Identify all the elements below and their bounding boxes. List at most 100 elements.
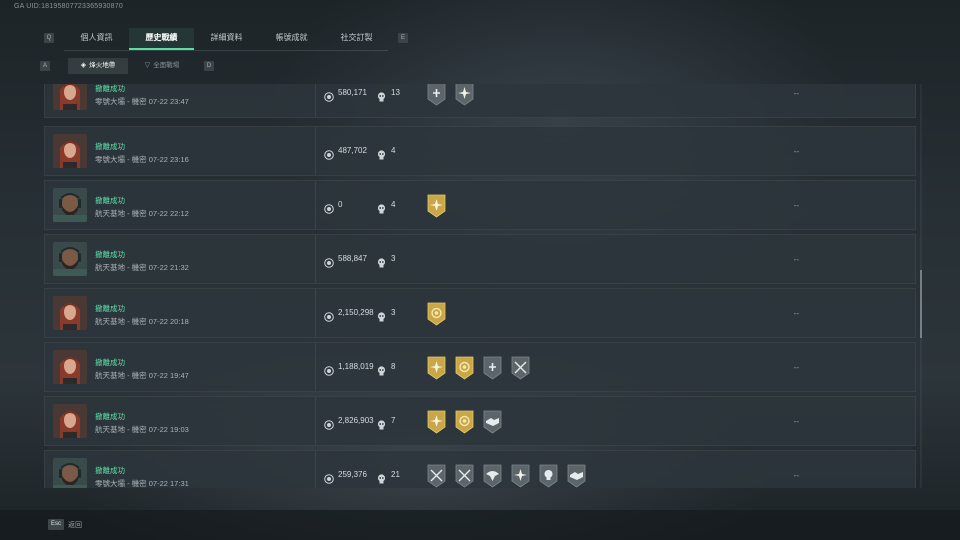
crossed-guns-badge-icon[interactable] <box>454 464 475 488</box>
extraction-status: 撤離成功 <box>95 84 125 93</box>
kills-value: 21 <box>391 470 400 479</box>
tab-social-customization[interactable]: 社交訂製 <box>324 28 389 48</box>
coin-icon <box>324 255 334 268</box>
tab-match-history[interactable]: 歷史戰績 <box>129 28 194 50</box>
column-divider <box>315 451 316 488</box>
map-mode-time: 航天基地 - 機密 07-22 22:12 <box>95 209 189 218</box>
subtab-label: 全面戰場 <box>153 62 180 69</box>
match-row[interactable]: 撤離成功 航天基地 - 機密 07-22 21:32 588,847 3 -- <box>44 234 916 284</box>
extraction-status: 撤離成功 <box>95 304 125 313</box>
esc-key-hint[interactable]: Esc <box>48 519 64 530</box>
tab-divider <box>64 50 388 51</box>
badge-list <box>426 194 447 218</box>
money-value: 0 <box>338 200 343 209</box>
skull-icon <box>377 201 386 214</box>
medal-badge-icon[interactable] <box>426 302 447 326</box>
shield-cross-badge-icon[interactable] <box>482 356 503 380</box>
column-divider <box>315 289 316 337</box>
match-row[interactable]: 撤離成功 零號大壩 - 機密 07-22 23:16 487,702 4 -- <box>44 126 916 176</box>
column-divider <box>315 181 316 229</box>
match-row[interactable]: 撤離成功 航天基地 - 機密 07-22 20:18 2,150,298 3 -- <box>44 288 916 338</box>
star-burst-badge-icon[interactable] <box>510 464 531 488</box>
operator-avatar <box>53 242 87 276</box>
extraction-status: 撤離成功 <box>95 358 125 367</box>
footer-bar <box>0 510 960 540</box>
shield-cross-badge-icon[interactable] <box>426 84 447 106</box>
subtab-next-key-hint: D <box>204 61 214 71</box>
tab-prev-key-hint: Q <box>44 33 54 43</box>
extra-value: -- <box>793 147 799 156</box>
extraction-status: 撤離成功 <box>95 196 125 205</box>
badge-list <box>426 410 503 434</box>
kills-value: 3 <box>391 254 396 263</box>
kills-value: 13 <box>391 88 400 97</box>
map-mode-time: 航天基地 - 機密 07-22 20:18 <box>95 317 189 326</box>
skull-badge-icon[interactable] <box>538 464 559 488</box>
tab-personal-info[interactable]: 個人資訊 <box>64 28 129 48</box>
back-label[interactable]: 返回 <box>68 520 82 530</box>
coin-icon <box>324 471 334 484</box>
skull-icon <box>377 417 386 430</box>
badge-list <box>426 464 587 488</box>
money-value: 2,826,903 <box>338 416 374 425</box>
mode-subtab-bar: A ◈ 烽火地帶 ▽ 全面戰場 D <box>40 58 220 74</box>
star-burst-badge-icon[interactable] <box>426 356 447 380</box>
money-value: 2,150,298 <box>338 308 374 317</box>
kills-value: 7 <box>391 416 396 425</box>
tab-detailed-data[interactable]: 詳細資料 <box>194 28 259 48</box>
match-row[interactable]: 撤離成功 零號大壩 - 機密 07-22 17:31 259,376 21 -- <box>44 450 916 488</box>
tab-account-achievements[interactable]: 帳號成就 <box>259 28 324 48</box>
coin-icon <box>324 201 334 214</box>
skull-icon <box>377 309 386 322</box>
match-row[interactable]: 撤離成功 航天基地 - 機密 07-22 19:03 2,826,903 7 -- <box>44 396 916 446</box>
badge-list <box>426 84 475 106</box>
star-burst-badge-icon[interactable] <box>426 194 447 218</box>
subtab-full-battlefield[interactable]: ▽ 全面戰場 <box>132 58 192 74</box>
match-row[interactable]: 撤離成功 零號大壩 - 機密 07-22 23:47 580,171 13 -- <box>44 84 916 118</box>
crossed-guns-badge-icon[interactable] <box>426 464 447 488</box>
crossed-guns-badge-icon[interactable] <box>510 356 531 380</box>
extra-value: -- <box>793 363 799 372</box>
tab-next-key-hint: E <box>398 33 408 43</box>
match-row[interactable]: 撤離成功 航天基地 - 機密 07-22 19:47 1,188,019 8 -- <box>44 342 916 392</box>
subtab-prev-key-hint: A <box>40 61 50 71</box>
medal-badge-icon[interactable] <box>454 410 475 434</box>
operator-avatar <box>53 350 87 384</box>
medal-badge-icon[interactable] <box>454 356 475 380</box>
extra-value: -- <box>793 201 799 210</box>
handshake-badge-icon[interactable] <box>482 410 503 434</box>
extraction-status: 撤離成功 <box>95 142 125 151</box>
star-burst-badge-icon[interactable] <box>426 410 447 434</box>
operator-avatar <box>53 404 87 438</box>
skull-icon <box>377 471 386 484</box>
map-mode-time: 零號大壩 - 機密 07-22 23:47 <box>95 97 189 106</box>
extraction-status: 撤離成功 <box>95 250 125 259</box>
extraction-status: 撤離成功 <box>95 466 125 475</box>
coin-icon <box>324 147 334 160</box>
coin-icon <box>324 89 334 102</box>
star-burst-badge-icon[interactable] <box>454 84 475 106</box>
main-tabs: 個人資訊 歷史戰績 詳細資料 帳號成就 社交訂製 <box>64 28 389 50</box>
operator-avatar <box>53 188 87 222</box>
kills-value: 4 <box>391 146 396 155</box>
handshake-badge-icon[interactable] <box>566 464 587 488</box>
scrollbar-thumb[interactable] <box>920 270 922 338</box>
game-uid-label: GA UID:18195807723365930870 <box>14 3 123 10</box>
column-divider <box>315 235 316 283</box>
skull-icon <box>377 363 386 376</box>
map-mode-time: 零號大壩 - 機密 07-22 23:16 <box>95 155 189 164</box>
operator-avatar <box>53 296 87 330</box>
money-value: 588,847 <box>338 254 367 263</box>
badge-list <box>426 302 447 326</box>
map-mode-time: 航天基地 - 機密 07-22 19:03 <box>95 425 189 434</box>
map-mode-time: 零號大壩 - 機密 07-22 17:31 <box>95 479 189 488</box>
match-history-list[interactable]: 撤離成功 零號大壩 - 機密 07-22 23:47 580,171 13 -- 撤離成功… <box>44 84 916 488</box>
extra-value: -- <box>793 471 799 480</box>
operator-avatar <box>53 458 87 488</box>
skull-icon <box>377 255 386 268</box>
eagle-badge-icon[interactable] <box>482 464 503 488</box>
extra-value: -- <box>793 417 799 426</box>
coin-icon <box>324 417 334 430</box>
subtab-hazard-zone[interactable]: ◈ 烽火地帶 <box>68 58 128 74</box>
match-row[interactable]: 撤離成功 航天基地 - 機密 07-22 22:12 0 4 -- <box>44 180 916 230</box>
